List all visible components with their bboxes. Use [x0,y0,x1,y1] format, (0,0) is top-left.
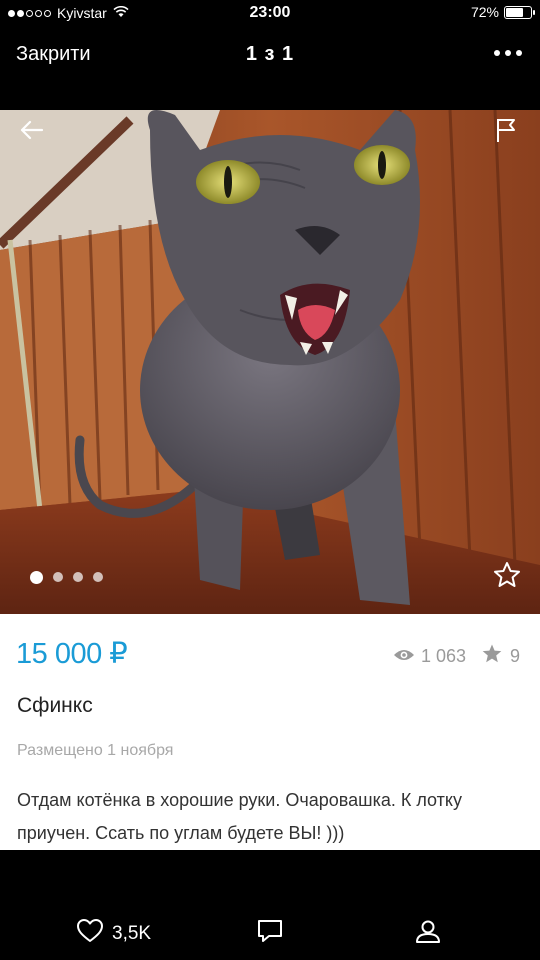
battery-percent: 72% [470,4,499,20]
pagination-dot[interactable] [53,572,63,582]
pagination-dot-active[interactable] [30,570,43,584]
flag-icon[interactable] [494,116,518,144]
posted-date: Размещено 1 ноября [17,742,174,759]
listing-screenshot: 15 000 ₽ 1 063 9 Сфинкс Размещено 1 нояб… [0,110,540,850]
more-options-button[interactable] [494,50,522,56]
listing-price: 15 000 ₽ [16,638,128,670]
speech-bubble-icon [257,920,283,948]
comment-button[interactable] [257,918,283,949]
pagination-dot[interactable] [73,572,83,582]
viewer-header: Закрити 1 з 1 [0,28,540,82]
view-count: 1 063 [420,645,466,666]
status-bar: Kyivstar 23:00 72% [0,0,540,28]
star-icon[interactable] [492,560,522,590]
star-icon [482,644,502,668]
profile-button[interactable] [415,918,441,949]
battery-fill [506,7,524,17]
listing-description: Отдам котёнка в хорошие руки. Очаровашка… [17,790,462,843]
status-time: 23:00 [249,4,291,21]
battery-icon [504,5,535,19]
bottom-action-bar: 3,5K [0,902,540,960]
listing-title: Сфинкс [17,694,93,717]
status-right: 72% [470,4,535,20]
listing-photo[interactable] [0,110,540,614]
more-dot-icon [494,50,500,56]
more-dot-icon [505,50,511,56]
like-button[interactable]: 3,5K [76,918,151,949]
eye-icon [393,646,415,667]
sphynx-cat-photo [0,110,540,614]
image-counter: 1 з 1 [245,43,295,65]
listing-info: 15 000 ₽ 1 063 9 Сфинкс Размещено 1 нояб… [0,614,540,850]
pagination-dot[interactable] [93,572,103,582]
person-icon [415,920,441,948]
arrow-left-icon[interactable] [18,118,46,142]
photo-pagination [30,570,103,584]
more-dot-icon [516,50,522,56]
favorite-count: 9 [509,645,520,666]
listing-stats: 1 063 9 [393,644,520,668]
heart-icon [76,918,104,949]
like-count: 3,5K [112,922,152,944]
